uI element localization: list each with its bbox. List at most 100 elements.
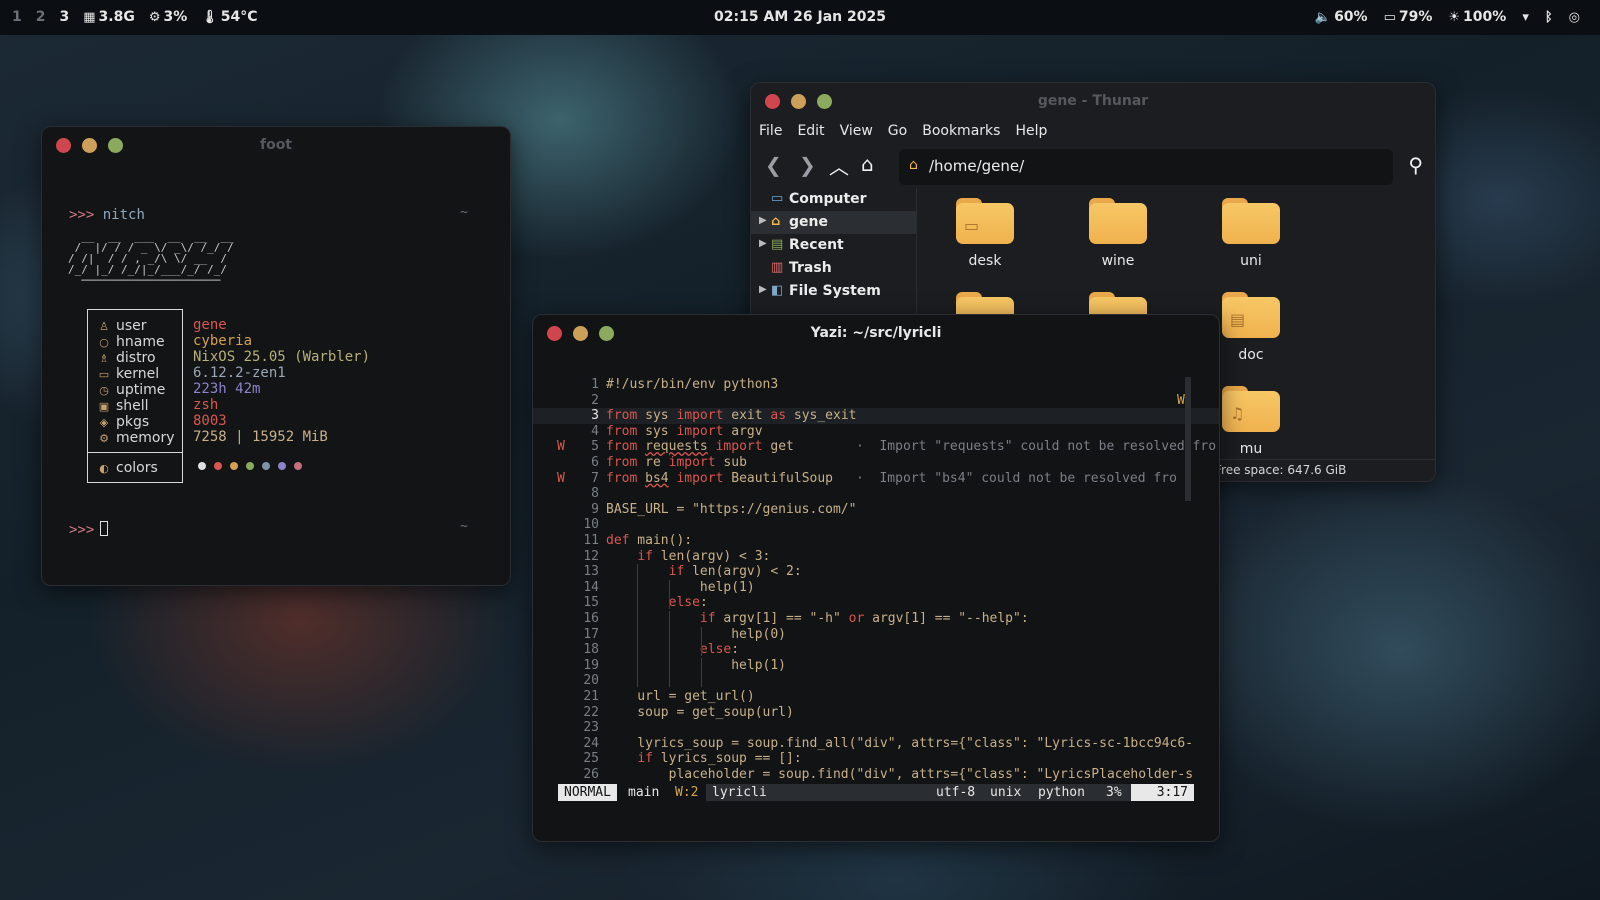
value-shell: zsh: [193, 397, 219, 413]
expand-arrow-icon[interactable]: ▶: [759, 215, 767, 226]
line-text: help(1): [606, 579, 755, 595]
sidebar-item-computer[interactable]: ▭ Computer: [751, 188, 916, 211]
code-line[interactable]: 23: [533, 720, 1219, 736]
fileformat: unix: [990, 785, 1022, 800]
kernel-icon: ▭: [98, 367, 110, 381]
line-text: if len(argv) < 3:: [637, 548, 771, 564]
code-editor[interactable]: 1 #!/usr/bin/env python3 2 W 3 from sys impor…: [533, 315, 1219, 841]
folder-icon: ▤: [1222, 292, 1280, 338]
code-line[interactable]: 25 if lyrics_soup == []:: [533, 751, 1219, 767]
brightness-stat[interactable]: ☀ 100%: [1448, 9, 1506, 25]
terminal-icon: ▣: [98, 399, 110, 413]
file-desk[interactable]: ▭ desk: [940, 198, 1030, 269]
code-line[interactable]: 2W: [533, 392, 1219, 409]
folder-icon: ▭: [956, 198, 1014, 244]
swatch: [278, 462, 286, 470]
wifi-icon[interactable]: ▾: [1522, 10, 1529, 25]
menu-go[interactable]: Go: [888, 123, 907, 139]
location-bar[interactable]: ⌂ /home/gene/: [899, 149, 1393, 185]
prompt-line-2[interactable]: >>>: [69, 521, 109, 538]
eye-off-icon[interactable]: ◎: [1569, 10, 1580, 25]
code-line[interactable]: 11 def main():: [533, 533, 1219, 549]
volume-stat[interactable]: 🔈 60%: [1315, 9, 1368, 25]
code-line[interactable]: W 7 from bs4 import BeautifulSoup · Import …: [533, 470, 1219, 487]
foot-terminal-window[interactable]: foot >>> nitch ~ __ __ ___ __ __ __ / |/…: [41, 126, 511, 586]
indent-guide: [701, 626, 702, 656]
yazi-editor-window[interactable]: Yazi: ~/src/lyricli 1 #!/usr/bin/env pyth…: [532, 314, 1220, 842]
line-number: 11: [583, 533, 599, 548]
diagnostic-message: · Import "requests" could not be resolve…: [856, 439, 1217, 455]
line-text: else:: [699, 642, 740, 658]
diagnostic-message: · Import "bs4" could not be resolved fro: [856, 470, 1177, 486]
info-hname: ○ hname: [99, 334, 165, 350]
code-line[interactable]: 26 placeholder = soup.find("div", attrs=…: [533, 767, 1219, 783]
code-line[interactable]: 24 lyrics_soup = soup.find_all("div", at…: [533, 735, 1219, 752]
line-number: 23: [583, 720, 599, 736]
code-line[interactable]: 10: [533, 517, 1219, 533]
search-icon[interactable]: ⚲: [1408, 153, 1423, 177]
line-text: #!/usr/bin/env python3: [606, 377, 779, 392]
code-line[interactable]: 6 from re import sub: [533, 455, 1219, 471]
code-line[interactable]: 22 soup = get_soup(url): [533, 705, 1219, 721]
info-divider: [88, 452, 182, 453]
text-cursor: [100, 521, 109, 536]
indent-guide: [669, 579, 670, 609]
line-number: 2: [591, 392, 599, 408]
file-uni[interactable]: uni: [1206, 198, 1296, 269]
folder-icon: [1222, 198, 1280, 244]
info-user: ♙ user: [99, 318, 147, 334]
warning-count: W:2: [675, 785, 699, 800]
home-icon[interactable]: ⌂: [861, 152, 874, 176]
file-wine[interactable]: wine: [1073, 198, 1163, 269]
expand-arrow-icon[interactable]: ▶: [759, 284, 767, 295]
recent-icon: ▤: [771, 237, 784, 252]
value-kernel: 6.12.2-zen1: [193, 365, 286, 381]
sidebar-item-filesystem[interactable]: ▶ ◧ File System: [751, 280, 916, 303]
value-pkgs: 8003: [193, 413, 227, 429]
code-line[interactable]: 21 url = get_url(): [533, 689, 1219, 705]
expand-arrow-icon[interactable]: ▶: [759, 238, 767, 249]
folder-home-icon: ⌂: [909, 157, 918, 173]
up-icon[interactable]: ︿: [829, 151, 849, 180]
indent-guide: [701, 657, 702, 687]
swatch: [198, 462, 206, 470]
prompt-tilde: ~: [460, 205, 468, 220]
sidebar-item-trash[interactable]: ▥ Trash: [751, 257, 916, 280]
thunar-titlebar[interactable]: gene - Thunar: [751, 83, 1435, 119]
code-line[interactable]: 12 if len(argv) < 3:: [533, 548, 1219, 565]
back-icon[interactable]: ❮: [765, 153, 782, 177]
foot-title: foot: [259, 137, 293, 153]
scrollbar[interactable]: [1185, 377, 1191, 501]
package-icon: ◈: [99, 415, 109, 429]
line-number: 1: [591, 377, 599, 392]
code-line[interactable]: 9 BASE_URL = "https://genius.com/": [533, 501, 1219, 518]
foot-titlebar[interactable]: foot: [42, 127, 510, 163]
bluetooth-icon[interactable]: ᛒ: [1545, 10, 1553, 25]
line-number: 14: [583, 579, 599, 595]
menu-bookmarks[interactable]: Bookmarks: [922, 123, 1000, 139]
forward-icon[interactable]: ❯: [799, 153, 816, 177]
line-text: help(1): [606, 657, 787, 673]
menu-edit[interactable]: Edit: [797, 123, 824, 139]
menu-view[interactable]: View: [840, 123, 873, 139]
encoding: utf-8: [936, 785, 976, 800]
sidebar-item-recent[interactable]: ▶ ▤ Recent: [751, 234, 916, 257]
code-line[interactable]: 4 from sys import argv: [533, 423, 1219, 440]
value-distro: NixOS 25.05 (Warbler): [193, 349, 371, 365]
line-number: 3: [591, 408, 599, 424]
memory-chip-icon: ⚙: [99, 431, 109, 445]
line-text: url = get_url(): [606, 689, 755, 704]
menu-file[interactable]: File: [759, 123, 782, 139]
prompt-command: nitch: [102, 207, 145, 223]
code-line[interactable]: 1 #!/usr/bin/env python3: [533, 377, 1219, 393]
value-memory: 7258 | 15952 MiB: [193, 429, 328, 445]
line-number: 4: [591, 423, 599, 439]
code-line[interactable]: 3 from sys import exit as sys_exit: [533, 408, 1219, 425]
sidebar-item-gene[interactable]: ▶ ⌂ gene: [751, 211, 916, 234]
code-line[interactable]: W 5 from requests import get · Import "requ…: [533, 439, 1219, 455]
code-line[interactable]: 8: [533, 486, 1219, 502]
line-text: lyrics_soup = soup.find_all("div", attrs…: [606, 735, 1194, 751]
line-text: BASE_URL = "https://genius.com/": [606, 501, 857, 517]
line-text: else:: [668, 595, 708, 611]
menu-help[interactable]: Help: [1015, 123, 1047, 139]
